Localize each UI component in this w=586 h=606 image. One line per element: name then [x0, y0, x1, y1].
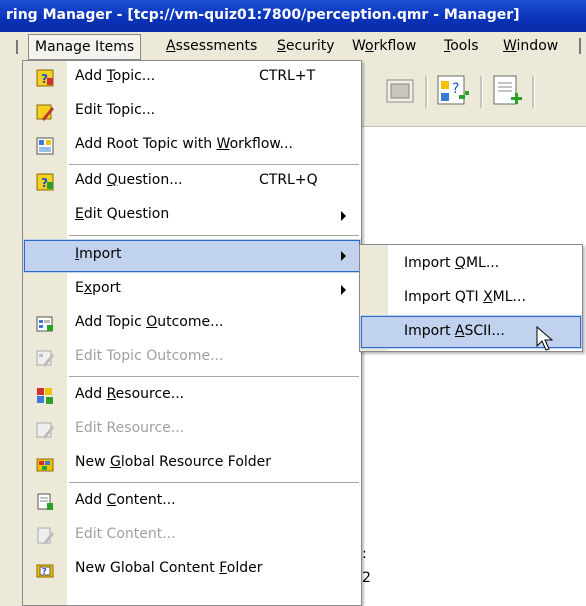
menu-edit-topic[interactable]: Edit Topic...	[23, 95, 361, 129]
add-outcome-icon	[36, 316, 53, 332]
left-strip	[0, 126, 22, 606]
toolbar-add-question-button[interactable]: ?	[432, 70, 472, 112]
background-text-fragment: :	[362, 546, 367, 562]
manage-items-menu: ? Add Topic... CTRL+T Edit Topic... Add …	[22, 60, 362, 606]
submenu-arrow-icon	[341, 285, 346, 295]
submenu-arrow-icon	[341, 251, 346, 261]
edit-content-icon	[37, 527, 54, 545]
menubar-edge	[579, 38, 581, 54]
menu-import[interactable]: Import	[23, 239, 361, 273]
submenu-arrow-icon	[341, 211, 346, 221]
menu-add-question[interactable]: ? Add Question... CTRL+Q	[23, 165, 361, 199]
add-question-toolbar-icon: ?	[437, 75, 469, 105]
menu-edit-resource: Edit Resource...	[23, 413, 361, 447]
add-resource-icon	[37, 388, 53, 404]
menubar-grip	[16, 40, 18, 54]
add-content-icon	[37, 493, 53, 510]
menu-new-global-content-folder[interactable]: ? New Global Content Folder	[23, 553, 361, 587]
resource-folder-icon	[36, 458, 54, 472]
menu-manage-items[interactable]: Manage Items	[28, 34, 142, 60]
add-document-toolbar-icon	[493, 75, 522, 105]
menu-assessments[interactable]: Assessments	[160, 35, 263, 57]
window-title: ring Manager - [tcp://vm-quiz01:7800/per…	[6, 7, 520, 23]
menu-add-root-topic-workflow[interactable]: Add Root Topic with Workflow...	[23, 129, 361, 163]
menu-edit-question[interactable]: Edit Question	[23, 199, 361, 233]
svg-text:?: ?	[41, 72, 48, 86]
shortcut-label: CTRL+T	[259, 68, 316, 84]
svg-text:?: ?	[42, 567, 47, 576]
menu-edit-topic-outcome: Edit Topic Outcome...	[23, 341, 361, 375]
edit-outcome-icon	[36, 350, 54, 367]
add-question-icon: ?	[36, 173, 54, 191]
menu-window[interactable]: Window	[497, 35, 564, 57]
root-topic-icon	[36, 137, 54, 155]
menu-add-content[interactable]: Add Content...	[23, 485, 361, 519]
background-text-fragment: 2	[362, 570, 371, 586]
svg-text:?: ?	[452, 81, 459, 97]
menu-import-qml[interactable]: Import QML...	[360, 247, 582, 281]
mouse-cursor-icon	[536, 326, 554, 351]
title-bar[interactable]: ring Manager - [tcp://vm-quiz01:7800/per…	[0, 0, 586, 32]
menu-new-global-resource-folder[interactable]: New Global Resource Folder	[23, 447, 361, 481]
menu-add-topic-outcome[interactable]: Add Topic Outcome...	[23, 307, 361, 341]
toolbar-add-document-button[interactable]	[486, 70, 526, 112]
menu-add-resource[interactable]: Add Resource...	[23, 379, 361, 413]
edit-resource-icon	[36, 422, 54, 439]
edit-topic-icon	[36, 104, 54, 121]
content-folder-icon: ?	[36, 564, 54, 578]
menu-import-qti-xml[interactable]: Import QTI XML...	[360, 281, 582, 315]
menu-security[interactable]: Security	[271, 35, 341, 57]
svg-text:?: ?	[41, 176, 48, 190]
menu-workflow[interactable]: Workflow	[346, 35, 422, 57]
add-topic-icon: ?	[36, 69, 54, 87]
menu-bar: Manage Items Assessments Security Workfl…	[0, 32, 586, 60]
toolbar-image-button[interactable]	[380, 70, 420, 112]
menu-manage-items-label: Manage Items	[35, 39, 135, 55]
menu-edit-content: Edit Content...	[23, 519, 361, 553]
menu-export[interactable]: Export	[23, 273, 361, 307]
menu-tools[interactable]: Tools	[438, 35, 485, 57]
menu-add-topic[interactable]: ? Add Topic... CTRL+T	[23, 61, 361, 95]
image-toolbar-icon	[386, 79, 414, 103]
shortcut-label: CTRL+Q	[259, 172, 318, 188]
